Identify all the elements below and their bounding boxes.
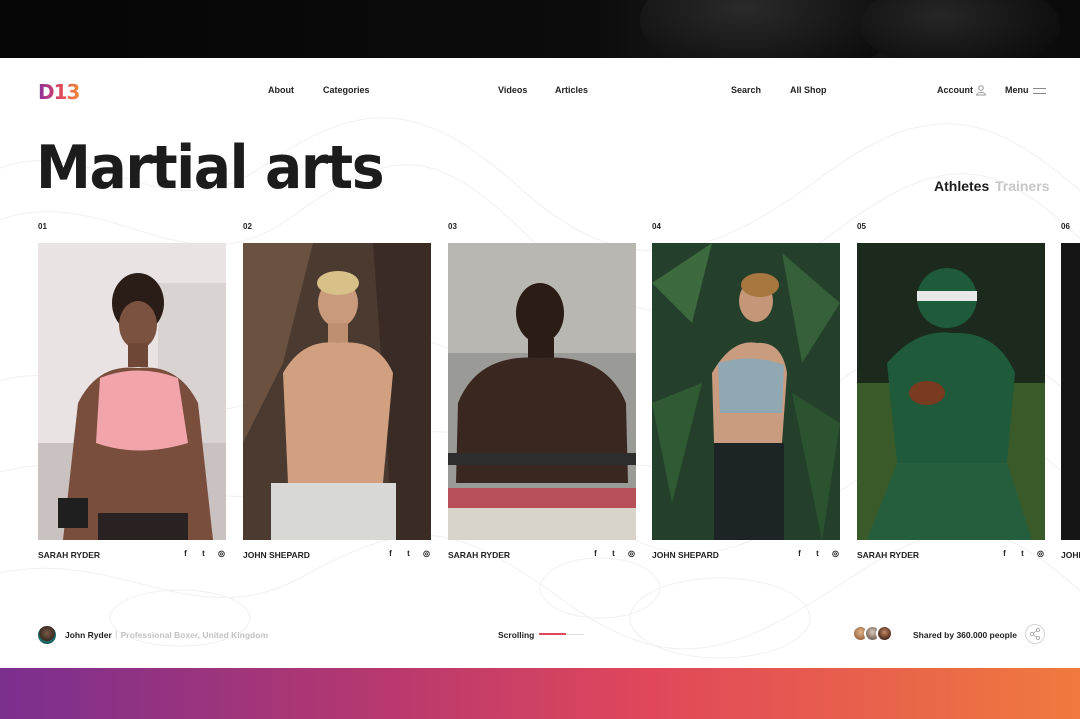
social-links: f t ◎ (1000, 549, 1045, 558)
gradient-footer-band (0, 668, 1080, 719)
athlete-card[interactable]: 06 JOHN (1061, 222, 1080, 562)
facebook-icon[interactable]: f (795, 549, 804, 558)
nav-menu[interactable]: Menu (1005, 85, 1029, 95)
scrolling-label: Scrolling (498, 630, 535, 640)
twitter-icon[interactable]: t (199, 549, 208, 558)
twitter-icon[interactable]: t (1018, 549, 1027, 558)
card-number: 06 (1061, 222, 1070, 231)
athlete-photo[interactable] (448, 243, 636, 540)
instagram-icon[interactable]: ◎ (627, 549, 636, 558)
athlete-photo[interactable] (857, 243, 1045, 540)
user-icon[interactable] (975, 84, 987, 96)
hamburger-icon[interactable] (1033, 88, 1046, 94)
tab-trainers[interactable]: Trainers (995, 178, 1049, 194)
avatar (876, 625, 893, 642)
instagram-icon[interactable]: ◎ (217, 549, 226, 558)
athlete-name[interactable]: JOHN (1061, 550, 1080, 560)
nav-videos[interactable]: Videos (498, 85, 527, 95)
boxing-glove-shape (860, 0, 1060, 60)
athlete-name[interactable]: JOHN SHEPARD (652, 550, 719, 560)
twitter-icon[interactable]: t (404, 549, 413, 558)
athlete-photo[interactable] (38, 243, 226, 540)
athlete-name[interactable]: SARAH RYDER (857, 550, 919, 560)
shared-by-avatars (852, 625, 893, 642)
share-icon (1029, 627, 1041, 641)
athlete-photo[interactable] (1061, 243, 1080, 540)
facebook-icon[interactable]: f (386, 549, 395, 558)
twitter-icon[interactable]: t (609, 549, 618, 558)
scroll-progress-bar[interactable] (539, 633, 584, 635)
tab-athletes[interactable]: Athletes (934, 178, 989, 194)
card-number: 01 (38, 222, 47, 231)
nav-all-shop[interactable]: All Shop (790, 85, 827, 95)
card-number: 02 (243, 222, 252, 231)
instagram-icon[interactable]: ◎ (1036, 549, 1045, 558)
share-button[interactable] (1025, 624, 1045, 644)
nav-articles[interactable]: Articles (555, 85, 588, 95)
card-number: 05 (857, 222, 866, 231)
nav-categories[interactable]: Categories (323, 85, 370, 95)
nav-account[interactable]: Account (937, 85, 973, 95)
twitter-icon[interactable]: t (813, 549, 822, 558)
hero-background-top (0, 0, 1080, 60)
shared-count: Shared by 360.000 people (913, 630, 1017, 640)
avatar[interactable] (38, 626, 56, 644)
facebook-icon[interactable]: f (181, 549, 190, 558)
athlete-photo[interactable] (652, 243, 840, 540)
featured-author[interactable]: John Ryder | Professional Boxer, United … (38, 625, 268, 645)
social-links: f t ◎ (386, 549, 431, 558)
author-role: Professional Boxer, United Kingdom (120, 630, 268, 640)
card-number: 03 (448, 222, 457, 231)
page-title: Martial arts (36, 133, 385, 203)
nav-about[interactable]: About (268, 85, 294, 95)
social-links: f t ◎ (591, 549, 636, 558)
d13-logo[interactable]: D13 (38, 80, 80, 104)
card-number: 04 (652, 222, 661, 231)
author-name: John Ryder (65, 630, 112, 640)
social-links: f t ◎ (795, 549, 840, 558)
main-panel: D13 About Categories Videos Articles Sea… (0, 58, 1080, 668)
nav-search[interactable]: Search (731, 85, 761, 95)
social-links: f t ◎ (181, 549, 226, 558)
athlete-photo[interactable] (243, 243, 431, 540)
instagram-icon[interactable]: ◎ (422, 549, 431, 558)
instagram-icon[interactable]: ◎ (831, 549, 840, 558)
athlete-name[interactable]: SARAH RYDER (448, 550, 510, 560)
scroll-progress-fill (539, 633, 566, 635)
athlete-name[interactable]: JOHN SHEPARD (243, 550, 310, 560)
separator: | (114, 630, 118, 640)
facebook-icon[interactable]: f (1000, 549, 1009, 558)
athlete-name[interactable]: SARAH RYDER (38, 550, 100, 560)
facebook-icon[interactable]: f (591, 549, 600, 558)
